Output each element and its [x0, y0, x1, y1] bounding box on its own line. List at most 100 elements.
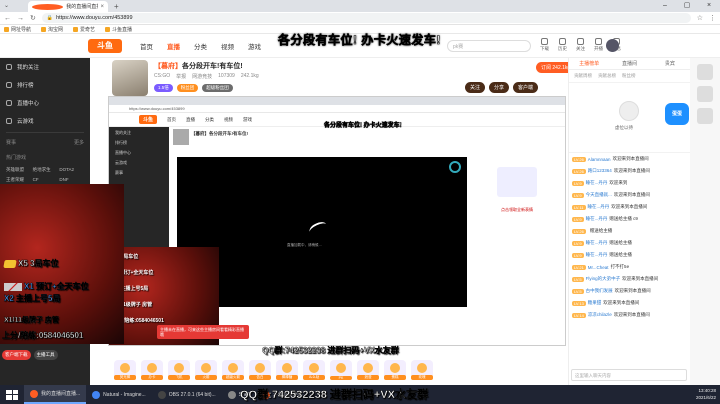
chat-nickname[interactable]: 凉凉chilazle — [588, 312, 612, 318]
room-category[interactable]: CS:GO — [154, 73, 170, 80]
tab-search-icon[interactable]: ⌄ — [4, 2, 9, 9]
tool-icon[interactable] — [697, 64, 713, 80]
gift-item[interactable]: 办卡 — [141, 360, 163, 380]
start-icon[interactable] — [6, 389, 18, 400]
taskbar-item[interactable]: OBS 27.0.1 (64 bit)... — [152, 385, 222, 404]
forward-icon[interactable]: → — [17, 15, 24, 22]
chat-nickname[interactable]: 糖果甜 — [588, 300, 602, 306]
room-section[interactable]: 网游竞技 — [192, 73, 212, 80]
nav-game[interactable]: 游戏 — [248, 41, 261, 51]
badge[interactable]: 超级粉丝团 — [202, 84, 233, 92]
chat-nickname[interactable]: Alamnnaan — [588, 157, 611, 162]
tool-icon[interactable] — [697, 86, 713, 102]
reload-icon[interactable]: ↻ — [30, 14, 36, 22]
gift-item[interactable]: 棒棒糖 — [276, 360, 298, 380]
chat-nickname[interactable]: 睡在...丹丹 — [586, 180, 608, 186]
level-badge: LV.9 — [572, 216, 584, 222]
gift-item[interactable]: 么么哒 — [303, 360, 325, 380]
sidebar-item-cloud-game[interactable]: 云游戏 — [0, 112, 90, 130]
share-button[interactable]: 分享 — [489, 82, 510, 93]
game-link[interactable]: DNF — [59, 177, 84, 183]
gift-item[interactable]: 火箭 — [195, 360, 217, 380]
video-player[interactable]: https://www.douyu.com/453899 斗鱼 首页 直播 分类… — [108, 96, 566, 346]
chat-nickname[interactable]: Mr...Cheat — [588, 265, 609, 270]
anchor-tools-button[interactable]: 主播工具 — [33, 350, 58, 360]
badge[interactable]: 粉丝团 — [176, 84, 199, 92]
gift-item[interactable]: 荧光棒 — [114, 360, 136, 380]
chat-nickname[interactable]: 睡在...丹丹 — [586, 252, 608, 258]
follow-icon[interactable]: 关注 — [576, 38, 585, 52]
chat-nickname[interactable]: 睡在...丹丹 — [588, 204, 610, 210]
bookmark-item[interactable]: 网址导航 — [4, 26, 31, 33]
douyu-logo[interactable]: 斗鱼 — [88, 38, 122, 53]
close-window-button[interactable]: × — [698, 0, 720, 12]
tab-vip[interactable]: 贵宾 — [650, 58, 690, 69]
bookmark-item[interactable]: 淘宝网 — [41, 26, 63, 33]
streamer-avatar[interactable] — [112, 60, 148, 96]
taskbar-item[interactable]: Natural - Imagine... — [86, 385, 152, 404]
more-link[interactable]: 更多 — [74, 139, 84, 146]
site-search-input[interactable]: pk赛 — [447, 40, 531, 52]
system-clock[interactable]: 13:40:28 2021/6/22 — [696, 387, 716, 401]
maximize-button[interactable]: ▢ — [676, 0, 698, 12]
broadcast-icon[interactable]: 开播 — [594, 38, 603, 52]
browser-tab[interactable]: 我的直播间直播_CS:GO直播_斗鱼 × — [28, 1, 108, 12]
menu-icon[interactable]: ⋮ — [709, 14, 716, 22]
follow-button[interactable]: 关注 — [465, 82, 486, 93]
nav-home[interactable]: 首页 — [140, 41, 153, 51]
chat-nickname[interactable]: 路口123364 — [588, 168, 612, 174]
gift-item[interactable]: PK — [330, 360, 352, 380]
gift-item[interactable]: 玫瑰 — [411, 360, 433, 380]
user-avatar[interactable] — [606, 39, 619, 52]
level-badge: LV.21 — [572, 264, 586, 270]
game-link[interactable]: 绝地求生 — [33, 167, 58, 173]
chat-text: 赠送给主播 — [609, 252, 632, 257]
gift-item[interactable]: 告白 — [249, 360, 271, 380]
tab-anchor-rank[interactable]: 主播榜单 — [569, 58, 609, 69]
game-link[interactable]: 英雄联盟 — [6, 167, 31, 173]
taskbar-item[interactable]: 我的直播间直播... — [24, 385, 87, 404]
download-client-button[interactable]: 客户端下载 — [2, 350, 31, 360]
report-link[interactable]: 举报 — [176, 73, 186, 80]
gift-item[interactable]: 超级火箭 — [222, 360, 244, 380]
sidebar-item-live-center[interactable]: 直播中心 — [0, 94, 90, 112]
minimize-button[interactable]: – — [654, 0, 676, 12]
shell-icon — [227, 390, 236, 399]
star-icon[interactable]: ☆ — [697, 14, 703, 22]
mascot-badge[interactable]: 蛋蛋 — [665, 103, 689, 125]
room-weight: 242.1kg — [240, 73, 259, 79]
game-link[interactable]: DOTA2 — [59, 167, 84, 173]
chat-nickname[interactable]: 睡在...丹丹 — [586, 216, 608, 222]
chat-nickname[interactable]: 睡在...丹丹 — [586, 240, 608, 246]
sidebar-item-rank[interactable]: 排行榜 — [0, 76, 90, 94]
gift-item[interactable]: 浪漫 — [357, 360, 379, 380]
subtab-week[interactable]: 贡献周榜 — [574, 73, 592, 79]
tool-icon[interactable] — [697, 108, 713, 124]
subtab-total[interactable]: 贡献总榜 — [598, 73, 616, 79]
sidebar-buttons: 客户端下载 主播工具 — [2, 350, 58, 360]
game-link[interactable]: 王者荣耀 — [6, 177, 31, 183]
url-field[interactable]: 🔒 https://www.douyu.com/453899 — [41, 13, 691, 23]
bookmark-item[interactable]: 斗鱼直播 — [105, 26, 132, 33]
gift-item[interactable]: 飞机 — [168, 360, 190, 380]
gift-item[interactable]: 蛋糕 — [384, 360, 406, 380]
new-tab-button[interactable]: + — [114, 2, 119, 12]
game-link[interactable]: CF — [33, 177, 58, 183]
chat-nickname[interactable]: 今天直播就... — [586, 192, 612, 198]
nested-nav-item: 分类 — [205, 116, 215, 122]
nav-live[interactable]: 直播 — [167, 41, 180, 51]
client-button[interactable]: 客户端 — [513, 82, 539, 93]
chat-input[interactable]: 这里输入聊天内容 — [571, 369, 687, 381]
bookmark-item[interactable]: 爱奇艺 — [73, 26, 95, 33]
back-icon[interactable]: ← — [4, 15, 11, 22]
subtab-fans[interactable]: 粉丝榜 — [622, 73, 636, 79]
history-icon[interactable]: 历史 — [558, 38, 567, 52]
nav-video[interactable]: 视频 — [221, 41, 234, 51]
tab-room[interactable]: 直播间 — [609, 58, 649, 69]
download-icon[interactable]: 下载 — [540, 38, 549, 52]
chat-nickname[interactable]: Flying的大弟中子 — [586, 276, 621, 282]
close-tab-icon[interactable]: × — [101, 4, 105, 10]
nav-category[interactable]: 分类 — [194, 41, 207, 51]
sidebar-item-follow[interactable]: 我的关注 — [0, 58, 90, 76]
chat-nickname[interactable]: 古中我们发展 — [586, 288, 613, 294]
